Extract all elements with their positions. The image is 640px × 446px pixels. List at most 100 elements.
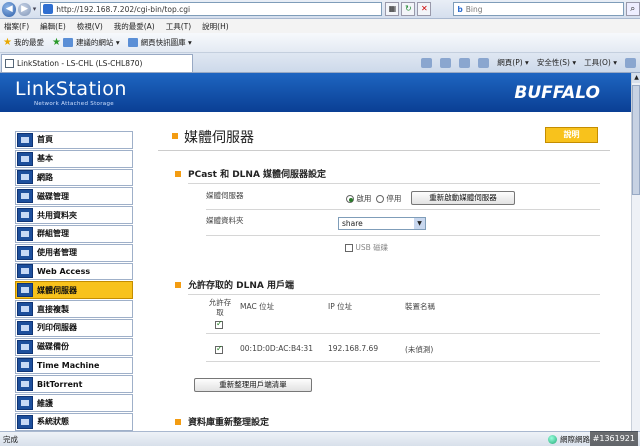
sidebar-item-label: Web Access [37,266,91,276]
refresh-client-list-button[interactable]: 重新整理用戶端清單 [194,378,312,392]
restart-media-server-button[interactable]: 重新啟動媒體伺服器 [411,191,515,205]
section-bullet-icon [175,282,181,288]
favorites-label: 我的最愛 [13,38,44,47]
sidebar-item-users[interactable]: 使用者管理 [15,243,133,262]
help-button[interactable]: 說明 [545,127,598,143]
sidebar-item-maintenance[interactable]: 維護 [15,394,133,412]
page-header: LinkStation Network Attached Storage BUF… [0,73,640,112]
add-favorite-icon[interactable]: ★ [52,37,61,48]
star-icon: ★ [3,37,12,48]
col-header-ip: IP 位址 [328,302,353,311]
ie-icon [62,38,73,47]
sidebar-item-label: 直接複製 [37,304,69,314]
status-text: 完成 [3,434,18,444]
sidebar-item-groups[interactable]: 群組管理 [15,224,133,243]
sidebar-item-direct-copy[interactable]: 直接複製 [15,300,133,318]
cmd-safety[interactable]: 安全性(S) ▾ [537,57,576,68]
favorites-button[interactable]: ★ 我的最愛 [3,37,44,48]
tab-bar: LinkStation - LS-CHL (LS-CHL870) 網頁(P) ▾… [0,53,640,73]
menu-file[interactable]: 檔案(F) [4,21,29,32]
col-header-allow: 允許存取 [208,298,232,317]
mail-icon[interactable] [459,57,471,68]
radio-enable[interactable]: 啟用 [346,193,371,204]
url-input[interactable]: http://192.168.7.202/cgi-bin/top.cgi [40,2,383,16]
search-input[interactable]: b Bing [453,2,624,16]
stop-button[interactable]: ✕ [417,2,432,16]
scroll-thumb[interactable] [632,85,640,195]
menu-favorites[interactable]: 我的最愛(A) [114,21,155,32]
sidebar-item-print-server[interactable]: 列印伺服器 [15,318,133,337]
globe-icon [548,435,557,444]
page-favicon-icon [43,4,54,14]
feeds-icon[interactable] [440,57,452,68]
search-icon[interactable]: ⌕ [625,2,640,16]
radio-disable[interactable]: 停用 [376,193,401,204]
sidebar-item-bittorrent[interactable]: BitTorrent [15,375,133,394]
sidebar-item-media-server[interactable]: 媒體伺服器 [15,281,133,300]
select-all-checkbox[interactable] [215,319,223,329]
sidebar-item-label: 媒體伺服器 [37,285,77,295]
settings-icon [17,151,33,166]
backup-icon [17,339,33,354]
sidebar-item-label: 群組管理 [37,229,69,239]
watermark: #1361921 [589,431,638,446]
fav-label: 建議的網站 ▾ [75,38,120,47]
home-icon [17,132,33,147]
sidebar-item-label: 網路 [37,172,53,182]
forward-button[interactable]: ▶ [18,2,31,16]
home-icon[interactable] [421,57,433,68]
cmd-page[interactable]: 網頁(P) ▾ [497,57,529,68]
radio-disable-control[interactable] [376,195,384,203]
sidebar-item-disk-management[interactable]: 磁碟管理 [15,187,133,206]
sidebar-item-label: 磁碟備份 [37,342,69,352]
media-folder-label: 媒體資料夾 [206,216,244,225]
vertical-scrollbar[interactable]: ▲ [631,73,640,431]
sidebar-item-basic[interactable]: 基本 [15,149,133,168]
row-allow-wrap [215,344,223,354]
select-all-checkbox-wrap [215,319,223,329]
print-icon[interactable] [478,57,490,68]
section-title-dlna: PCast 和 DLNA 媒體伺服器設定 [188,170,327,180]
refresh-button[interactable]: ↻ [401,2,416,16]
tab-linkstation[interactable]: LinkStation - LS-CHL (LS-CHL870) [1,53,193,72]
sidebar-item-backup[interactable]: 磁碟備份 [15,337,133,356]
sidebar-item-label: Time Machine [37,360,100,370]
scroll-up-icon[interactable]: ▲ [632,73,640,83]
sidebar-item-network[interactable]: 網路 [15,168,133,187]
back-button[interactable]: ◀ [2,1,17,17]
media-server-icon [17,283,33,298]
sidebar-item-system-status[interactable]: 系統狀態 [15,412,133,431]
media-folder-value: share [342,219,363,228]
menu-tools[interactable]: 工具(T) [166,21,191,32]
row-divider [206,235,600,236]
status-bar: 完成 網際網路 [0,431,640,446]
menu-view[interactable]: 檢視(V) [77,21,103,32]
usb-disk-checkbox[interactable] [345,244,353,252]
history-dropdown-icon[interactable]: ▾ [33,5,37,13]
fav-suggested-sites[interactable]: 建議的網站 ▾ [62,37,120,48]
sidebar-item-label: 共用資料夾 [37,210,77,220]
radio-enable-control[interactable] [346,195,354,203]
fav-label: 網頁快訊圖庫 ▾ [140,38,192,47]
folder-icon [17,208,33,223]
fav-web-slice[interactable]: 網頁快訊圖庫 ▾ [127,37,192,48]
page-icon [5,58,14,68]
media-folder-select[interactable]: share ▼ [338,217,426,230]
media-server-label: 媒體伺服器 [206,191,244,200]
menu-help[interactable]: 說明(H) [202,21,229,32]
sidebar-item-web-access[interactable]: Web Access [15,262,133,281]
maintenance-icon [17,396,33,411]
usb-disk-label: USB 磁碟 [355,243,389,252]
sidebar-nav: 首頁 基本 網路 磁碟管理 共用資料夾 群組管理 使用者管理 Web Acces… [15,131,133,432]
sidebar-item-shared-folders[interactable]: 共用資料夾 [15,206,133,224]
cmd-tools[interactable]: 工具(O) ▾ [584,57,617,68]
copy-icon [17,302,33,317]
sidebar-item-label: 維護 [37,398,53,408]
menu-edit[interactable]: 編輯(E) [40,21,66,32]
help-icon[interactable] [625,57,636,68]
row-allow-checkbox[interactable] [215,344,223,354]
usb-disk-option[interactable]: USB 磁碟 [345,242,388,253]
sidebar-item-time-machine[interactable]: Time Machine [15,356,133,375]
compat-view-icon[interactable]: ▦ [385,2,400,16]
sidebar-item-home[interactable]: 首頁 [15,131,133,149]
